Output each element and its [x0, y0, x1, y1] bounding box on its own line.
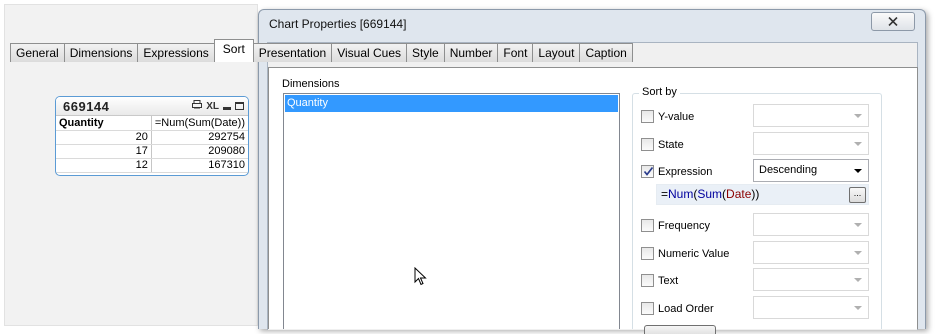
- numeric-value-order-select[interactable]: [753, 241, 869, 264]
- sort-by-label: Sort by: [639, 86, 680, 98]
- edit-expression-button[interactable]: ...: [849, 187, 866, 203]
- table-box-caption[interactable]: 669144 XL: [56, 97, 248, 116]
- frequency-label: Frequency: [658, 219, 710, 232]
- dimensions-label: Dimensions: [282, 78, 340, 90]
- tab-strip: General Dimensions Expressions Sort Pres…: [10, 39, 633, 62]
- chevron-down-icon: [854, 278, 862, 282]
- expr-function-num: Num: [668, 187, 694, 201]
- tab-general[interactable]: General: [10, 43, 65, 62]
- table-cell: 209080: [151, 144, 248, 159]
- bottom-button-partial[interactable]: [644, 325, 716, 334]
- text-label: Text: [658, 274, 679, 287]
- numeric-value-checkbox[interactable]: [641, 247, 654, 260]
- sort-option-state[interactable]: State: [641, 138, 684, 151]
- column-header-quantity[interactable]: Quantity: [56, 116, 152, 131]
- frequency-checkbox[interactable]: [641, 219, 654, 232]
- y-value-label: Y-value: [658, 110, 695, 123]
- expression-checkbox[interactable]: [641, 165, 654, 178]
- y-value-order-select[interactable]: [753, 104, 869, 127]
- table-grid: Quantity =Num(Sum(Date)) 20 292754 17 20…: [56, 116, 248, 173]
- load-order-checkbox[interactable]: [641, 302, 654, 315]
- mouse-cursor-icon: [414, 267, 427, 286]
- load-order-label: Load Order: [658, 302, 714, 315]
- tab-style[interactable]: Style: [406, 43, 445, 62]
- tab-presentation[interactable]: Presentation: [252, 43, 333, 62]
- text-order-select[interactable]: [753, 268, 869, 291]
- chevron-down-icon: [854, 142, 862, 146]
- y-value-checkbox[interactable]: [641, 110, 654, 123]
- dimensions-list[interactable]: Quantity: [283, 93, 620, 329]
- table-box[interactable]: 669144 XL Quantity =Num(Sum(Date)) 20 29…: [55, 96, 249, 176]
- expression-order-value: Descending: [759, 164, 818, 176]
- dialog-title: Chart Properties [669144]: [269, 17, 407, 31]
- chevron-down-icon: [854, 223, 862, 227]
- state-checkbox[interactable]: [641, 138, 654, 151]
- table-cell: 167310: [151, 158, 248, 173]
- expression-order-select[interactable]: Descending: [753, 159, 869, 182]
- table-row[interactable]: 20 292754: [56, 130, 248, 145]
- table-cell[interactable]: 17: [56, 144, 152, 159]
- close-button[interactable]: [871, 12, 915, 31]
- xl-export-icon[interactable]: XL: [206, 101, 219, 112]
- tab-layout[interactable]: Layout: [532, 43, 581, 62]
- table-row[interactable]: 17 209080: [56, 144, 248, 159]
- state-order-select[interactable]: [753, 132, 869, 155]
- table-cell[interactable]: 20: [56, 130, 152, 145]
- expr-field-date: Date: [726, 187, 752, 201]
- sort-option-text[interactable]: Text: [641, 274, 678, 287]
- load-order-select[interactable]: [753, 296, 869, 319]
- list-item[interactable]: Quantity: [285, 95, 618, 112]
- text-checkbox[interactable]: [641, 274, 654, 287]
- sort-option-load-order[interactable]: Load Order: [641, 302, 714, 315]
- tab-expressions[interactable]: Expressions: [137, 43, 215, 62]
- expr-equals: =: [661, 187, 669, 201]
- tab-font[interactable]: Font: [497, 43, 534, 62]
- tab-number[interactable]: Number: [443, 43, 499, 62]
- frequency-order-select[interactable]: [753, 213, 869, 236]
- column-header-expression[interactable]: =Num(Sum(Date)): [151, 116, 248, 131]
- table-row[interactable]: 12 167310: [56, 158, 248, 173]
- table-cell: 292754: [151, 130, 248, 145]
- table-header-row: Quantity =Num(Sum(Date)): [56, 116, 248, 131]
- sort-option-expression[interactable]: Expression: [641, 165, 712, 178]
- state-label: State: [658, 138, 684, 151]
- expr-close: )): [751, 187, 760, 201]
- tab-dimensions[interactable]: Dimensions: [63, 43, 139, 62]
- restore-icon[interactable]: [235, 102, 244, 110]
- print-icon[interactable]: [192, 100, 203, 112]
- chevron-down-icon: [854, 169, 862, 173]
- tab-visual-cues[interactable]: Visual Cues: [331, 43, 408, 62]
- sort-option-numeric-value[interactable]: Numeric Value: [641, 247, 729, 260]
- chevron-down-icon: [854, 306, 862, 310]
- sort-by-group: [632, 93, 882, 329]
- table-box-title: 669144: [63, 98, 110, 114]
- sort-expression-field[interactable]: =Num(Sum(Date)): [656, 184, 869, 205]
- chevron-down-icon: [854, 251, 862, 255]
- chevron-down-icon: [854, 114, 862, 118]
- expression-label: Expression: [658, 165, 713, 178]
- numeric-value-label: Numeric Value: [658, 247, 730, 260]
- sort-option-y-value[interactable]: Y-value: [641, 110, 694, 123]
- expr-function-sum: Sum: [697, 187, 723, 201]
- close-icon: [888, 17, 898, 26]
- checkmark-icon: [643, 166, 654, 176]
- table-cell[interactable]: 12: [56, 158, 152, 173]
- minimize-icon[interactable]: [223, 106, 231, 110]
- tab-sort[interactable]: Sort: [213, 39, 254, 62]
- tab-caption[interactable]: Caption: [579, 43, 633, 62]
- sort-option-frequency[interactable]: Frequency: [641, 219, 710, 232]
